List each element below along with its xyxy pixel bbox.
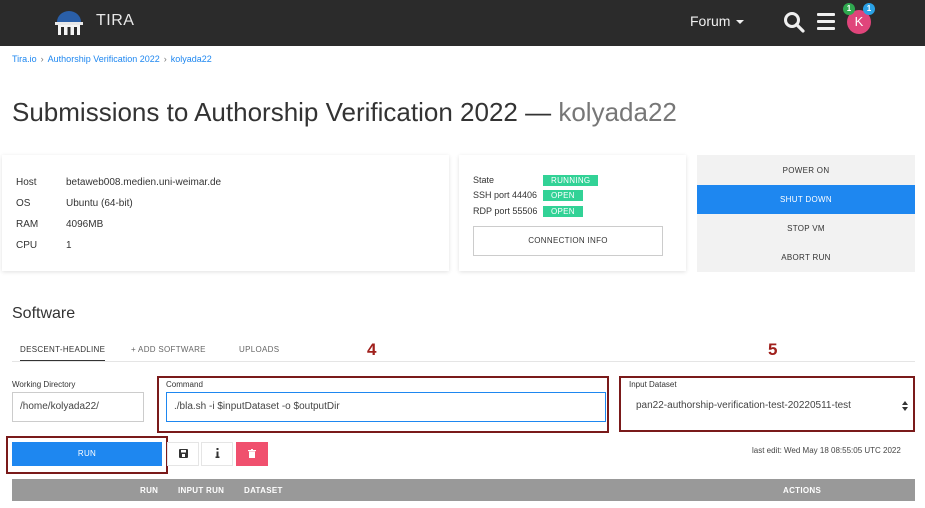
notification-badge: 1 [843, 3, 855, 15]
page-title-user: kolyada22 [558, 97, 677, 127]
rdp-open-badge: OPEN [543, 206, 583, 217]
state-row: State RUNNING [473, 175, 599, 186]
stop-vm-button[interactable]: STOP VM [697, 214, 915, 243]
tira-logo-icon[interactable] [52, 8, 86, 36]
save-button[interactable] [167, 442, 199, 466]
rdp-row: RDP port 55506 OPEN [473, 206, 583, 217]
working-directory-input[interactable]: /home/kolyada22/ [12, 392, 144, 422]
input-dataset-label: Input Dataset [629, 380, 677, 389]
power-on-button[interactable]: POWER ON [697, 156, 915, 185]
command-label: Command [166, 380, 203, 389]
last-edit-timestamp: last edit: Wed May 18 08:55:05 UTC 2022 [752, 446, 901, 455]
tab-uploads[interactable]: UPLOADS [239, 345, 279, 354]
tab-descent-headline[interactable]: DESCENT-HEADLINE [20, 345, 106, 361]
save-icon [178, 448, 188, 458]
vm-host-key: Host [16, 177, 37, 188]
vm-os-row: OS Ubuntu (64-bit) [16, 198, 133, 209]
trash-icon [248, 448, 256, 458]
breadcrumb-separator: › [163, 54, 167, 64]
chevron-down-icon [736, 20, 745, 25]
delete-button[interactable] [236, 442, 268, 466]
input-dataset-select[interactable]: pan22-authorship-verification-test-20220… [629, 392, 914, 422]
top-navbar: TIRA Forum K 1 1 [0, 0, 925, 46]
runs-table-header: RUN INPUT RUN DATASET ACTIONS [12, 479, 915, 501]
page-title: Submissions to Authorship Verification 2… [12, 97, 677, 128]
state-label: State [473, 175, 495, 185]
vm-os-key: OS [16, 198, 31, 209]
working-directory-label: Working Directory [12, 380, 76, 389]
message-badge: 1 [863, 3, 875, 15]
forum-menu[interactable]: Forum [690, 13, 745, 29]
state-running-badge: RUNNING [543, 175, 599, 186]
abort-run-button[interactable]: ABORT RUN [697, 243, 915, 272]
info-icon [215, 448, 219, 459]
vm-os-value: Ubuntu (64-bit) [66, 198, 133, 209]
tab-add-software[interactable]: + ADD SOFTWARE [131, 345, 206, 354]
breadcrumb: Tira.io › Authorship Verification 2022 › kol… [12, 54, 212, 64]
vm-ram-key: RAM [16, 219, 39, 230]
column-run: RUN [140, 486, 159, 495]
hamburger-menu-icon[interactable] [817, 13, 835, 30]
vm-ram-row: RAM 4096MB [16, 219, 103, 230]
software-section-title: Software [12, 305, 76, 322]
search-icon[interactable] [783, 11, 805, 33]
column-input-run: INPUT RUN [178, 486, 225, 495]
ssh-label: SSH port 44406 [473, 190, 538, 200]
select-arrows-icon [902, 401, 908, 411]
page-title-text: Submissions to Authorship Verification 2… [12, 97, 552, 127]
forum-label: Forum [690, 13, 731, 29]
breadcrumb-task[interactable]: Authorship Verification 2022 [48, 54, 160, 64]
breadcrumb-home[interactable]: Tira.io [12, 54, 37, 64]
ssh-open-badge: OPEN [543, 190, 583, 201]
column-actions: ACTIONS [783, 486, 822, 495]
vm-state-panel: State RUNNING SSH port 44406 OPEN RDP port… [459, 155, 686, 271]
run-button[interactable]: RUN [12, 442, 162, 466]
breadcrumb-user[interactable]: kolyada22 [171, 54, 212, 64]
annotation-number-5: 5 [768, 340, 778, 359]
vm-action-column: POWER ON SHUT DOWN STOP VM ABORT RUN [697, 155, 915, 272]
vm-info-panel: Host betaweb008.medien.uni-weimar.de OS Ub… [2, 155, 449, 271]
vm-host-value: betaweb008.medien.uni-weimar.de [66, 177, 222, 188]
input-dataset-value: pan22-authorship-verification-test-20220… [636, 400, 851, 411]
connection-info-button[interactable]: CONNECTION INFO [473, 226, 663, 256]
info-button[interactable] [201, 442, 233, 466]
column-dataset: DATASET [244, 486, 283, 495]
vm-cpu-value: 1 [66, 240, 72, 251]
command-input[interactable]: ./bla.sh -i $inputDataset -o $outputDir [166, 392, 606, 422]
breadcrumb-separator: › [40, 54, 44, 64]
vm-host-row: Host betaweb008.medien.uni-weimar.de [16, 177, 221, 188]
rdp-label: RDP port 55506 [473, 206, 538, 216]
shut-down-button[interactable]: SHUT DOWN [697, 185, 915, 214]
software-tabs: DESCENT-HEADLINE + ADD SOFTWARE UPLOADS [12, 340, 915, 362]
vm-cpu-key: CPU [16, 240, 38, 251]
ssh-row: SSH port 44406 OPEN [473, 190, 583, 201]
vm-ram-value: 4096MB [66, 219, 104, 230]
annotation-number-4: 4 [367, 340, 377, 359]
vm-cpu-row: CPU 1 [16, 240, 72, 251]
brand-name[interactable]: TIRA [96, 12, 134, 30]
